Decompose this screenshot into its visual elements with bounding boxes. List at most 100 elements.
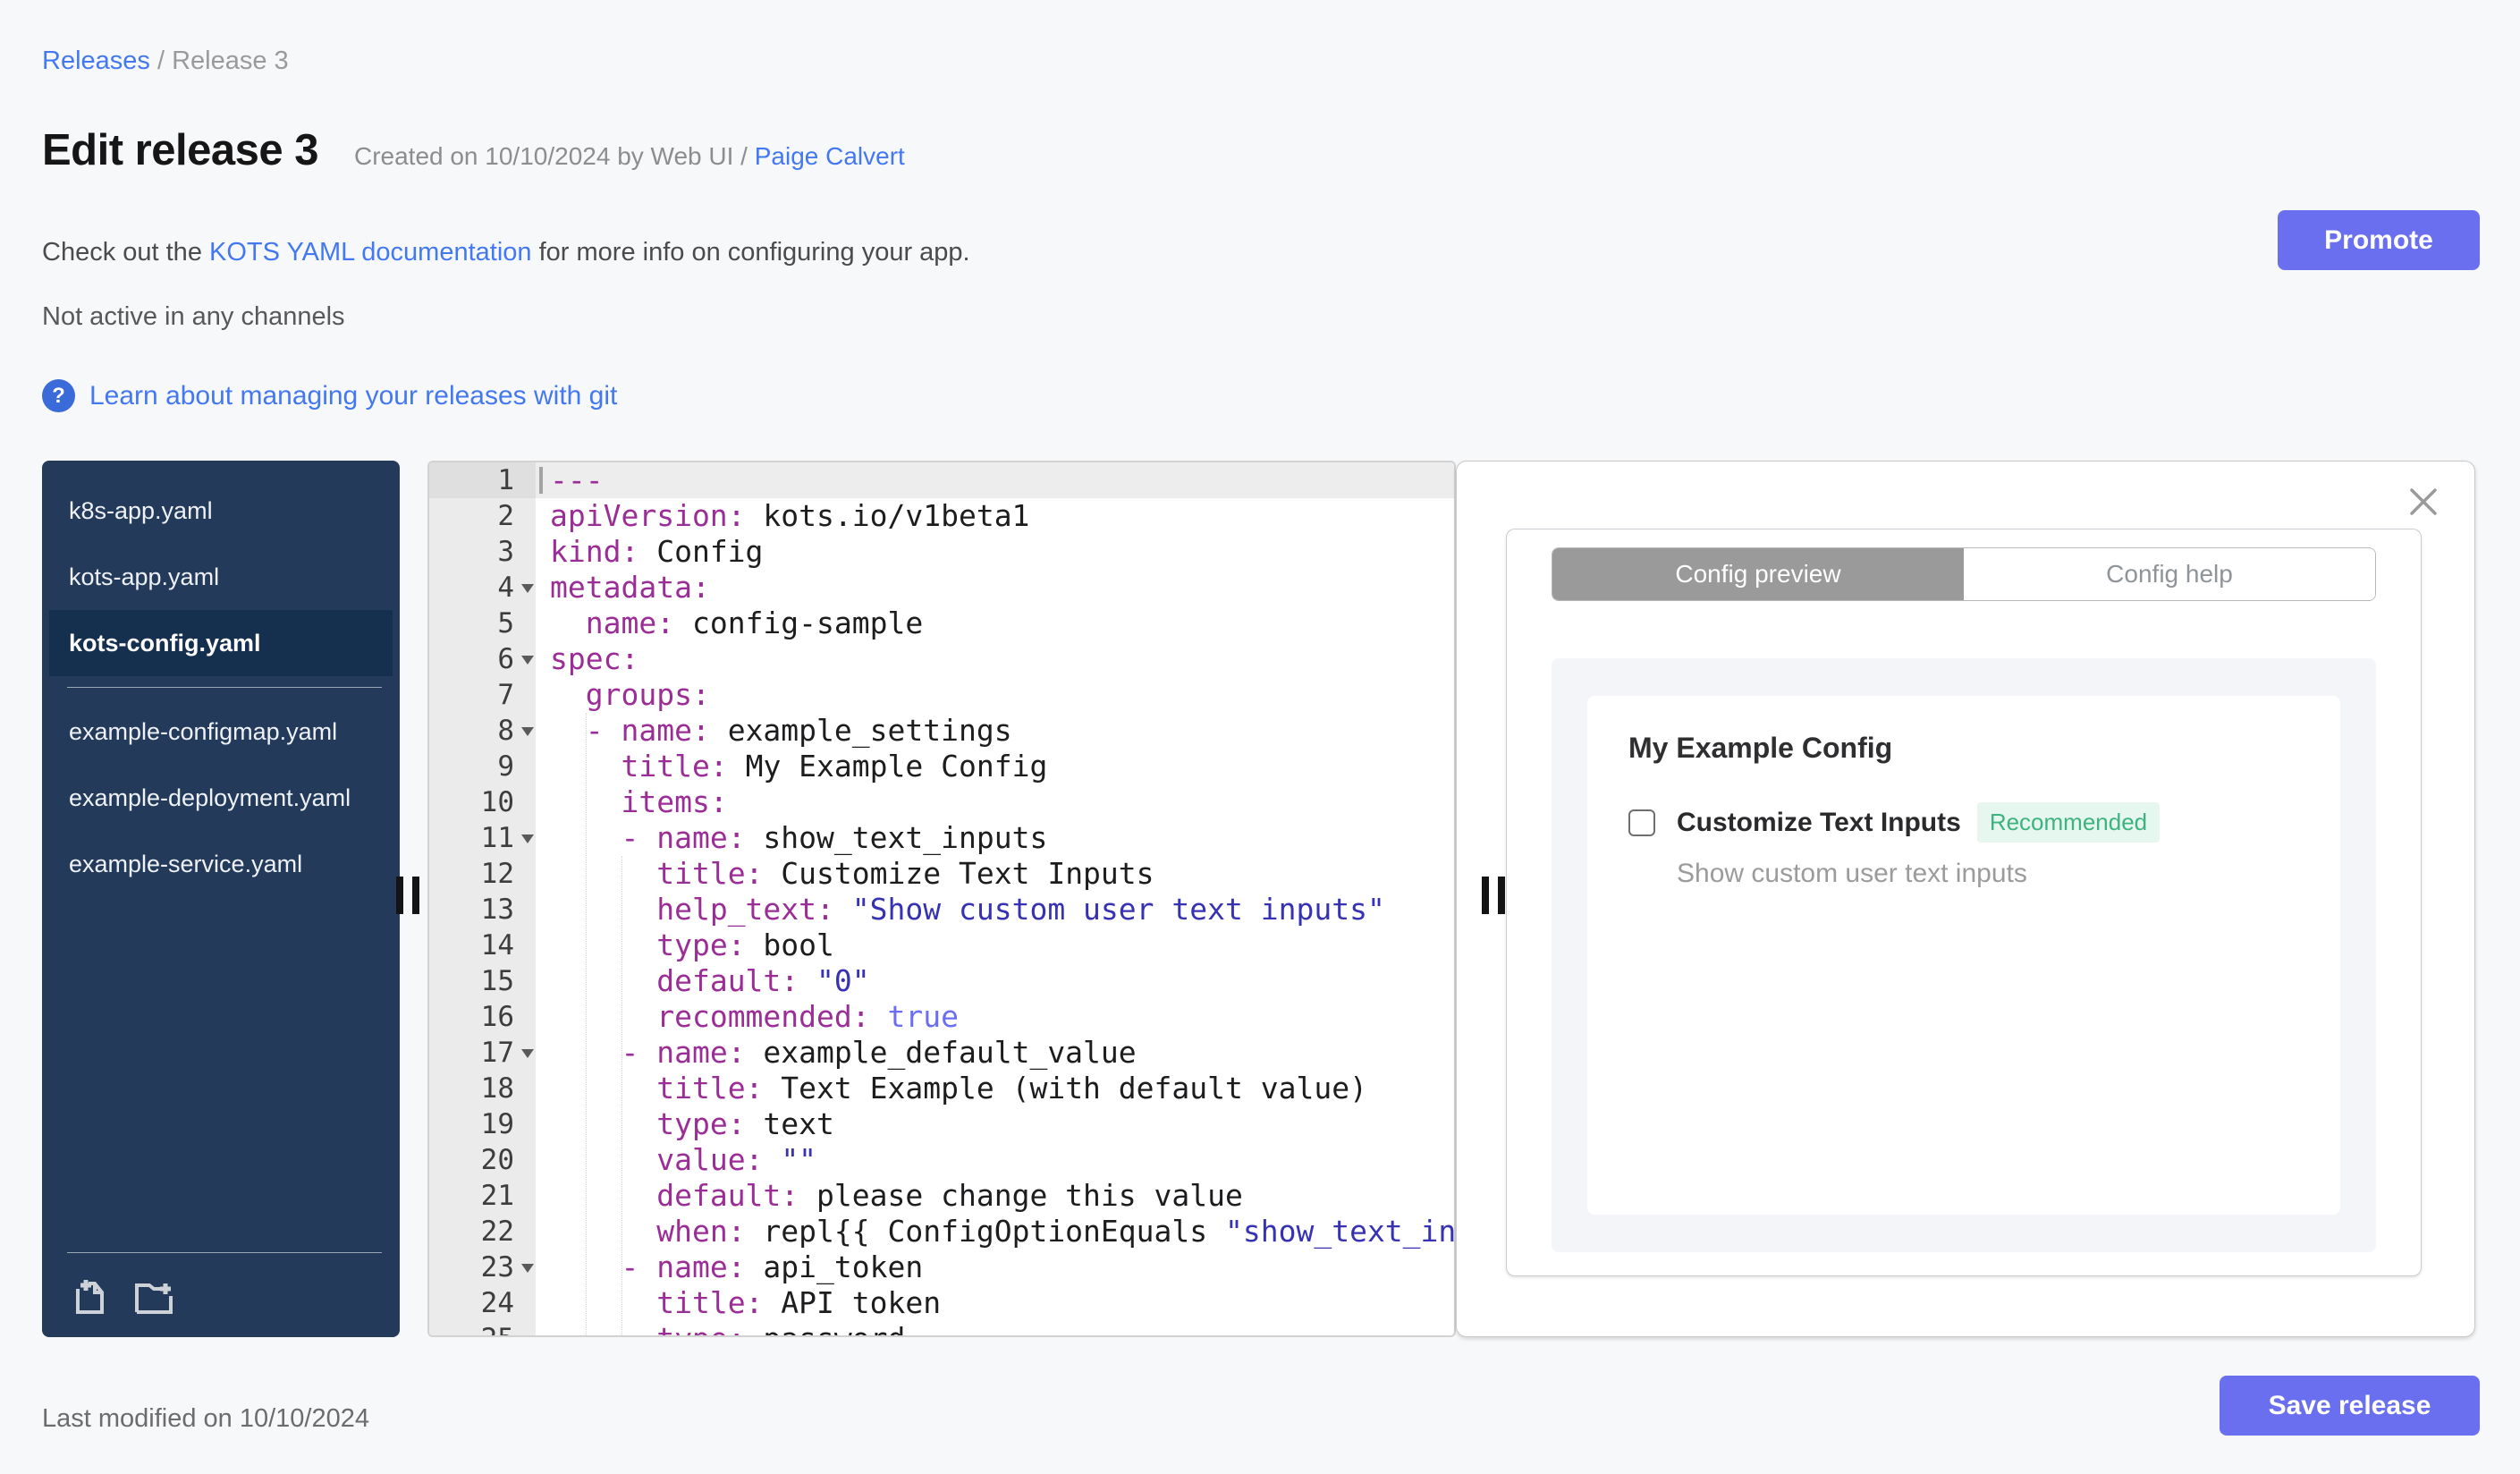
code-text: - name: show_text_inputs [621,820,1048,855]
preview-resize-handle[interactable] [1482,877,1505,914]
code-line-11[interactable]: 11 - name: show_text_inputs [429,820,1454,856]
channel-status: Not active in any channels [42,302,345,331]
code-line-8[interactable]: 8 - name: example_settings [429,713,1454,749]
created-meta: Created on 10/10/2024 by Web UI / Paige … [354,142,905,171]
code-line-6[interactable]: 6 spec: [429,641,1454,677]
code-line-5[interactable]: 5 name: config-sample [429,606,1454,641]
fold-arrow-icon[interactable] [521,1049,534,1058]
config-item-label: Customize Text Inputs [1677,807,1961,837]
line-number: 18 [429,1071,536,1106]
code-line-24[interactable]: 24 title: API token [429,1285,1454,1321]
text-cursor [539,467,543,494]
line-number: 25 [429,1321,536,1335]
line-number: 21 [429,1178,536,1214]
code-line-18[interactable]: 18 title: Text Example (with default val… [429,1071,1454,1106]
release-editor-page: Releases / Release 3 Edit release 3 Crea… [0,0,2520,1474]
fold-arrow-icon[interactable] [521,834,534,843]
config-item-row: Customize Text Inputs Recommended [1628,802,2299,843]
code-text: type: bool [656,928,834,962]
code-text: groups: [585,677,710,712]
git-releases-link[interactable]: Learn about managing your releases with … [89,381,617,411]
file-tree-sidebar: k8s-app.yaml kots-app.yaml kots-config.yam… [42,461,400,1337]
line-number: 5 [429,606,536,641]
code-text: title: API token [656,1285,942,1320]
fold-arrow-icon[interactable] [521,584,534,593]
page-title: Edit release 3 [42,126,318,174]
line-number: 24 [429,1285,536,1321]
config-item-help-text: Show custom user text inputs [1677,859,2027,888]
promote-button[interactable]: Promote [2278,210,2480,270]
file-item-kots-app.yaml[interactable]: kots-app.yaml [42,544,400,610]
code-text: title: My Example Config [621,749,1048,784]
code-line-19[interactable]: 19 type: text [429,1106,1454,1142]
created-by-link[interactable]: Paige Calvert [755,142,905,170]
code-line-1[interactable]: 1 --- [429,462,1454,498]
line-number: 19 [429,1106,536,1142]
code-text: value: "" [656,1142,817,1177]
code-line-10[interactable]: 10 items: [429,784,1454,820]
code-line-15[interactable]: 15 default: "0" [429,963,1454,999]
breadcrumb-current: Release 3 [172,47,289,75]
file-item-example-deployment.yaml[interactable]: example-deployment.yaml [42,765,400,831]
code-line-16[interactable]: 16 recommended: true [429,999,1454,1035]
code-line-9[interactable]: 9 title: My Example Config [429,749,1454,784]
code-text: --- [536,462,1454,498]
code-text: help_text: "Show custom user text inputs… [656,892,1385,927]
breadcrumb-separator: / [149,47,173,75]
file-item-example-service.yaml[interactable]: example-service.yaml [42,831,400,897]
tab-config-preview[interactable]: Config preview [1552,548,1964,600]
code-line-22[interactable]: 22 when: repl{{ ConfigOptionEquals "show… [429,1214,1454,1250]
code-line-17[interactable]: 17 - name: example_default_value [429,1035,1454,1071]
code-line-25[interactable]: 25 type: password [429,1321,1454,1335]
code-text: metadata: [550,570,710,605]
customize-text-inputs-checkbox[interactable] [1628,809,1655,836]
code-line-12[interactable]: 12 title: Customize Text Inputs [429,856,1454,892]
line-number: 7 [429,677,536,713]
file-item-k8s-app.yaml[interactable]: k8s-app.yaml [42,478,400,544]
code-line-4[interactable]: 4 metadata: [429,570,1454,606]
tab-config-help[interactable]: Config help [1964,548,2375,600]
last-modified-text: Last modified on 10/10/2024 [42,1404,369,1433]
breadcrumb-releases-link[interactable]: Releases [42,47,150,75]
new-folder-icon[interactable] [133,1276,174,1317]
line-number: 3 [429,534,536,570]
file-item-example-configmap.yaml[interactable]: example-configmap.yaml [42,699,400,765]
code-line-3[interactable]: 3 kind: Config [429,534,1454,570]
code-line-20[interactable]: 20 value: "" [429,1142,1454,1178]
code-text: kind: Config [550,534,764,569]
code-line-21[interactable]: 21 default: please change this value [429,1178,1454,1214]
fold-arrow-icon[interactable] [521,1264,534,1273]
code-text: - name: api_token [621,1250,924,1284]
line-number: 22 [429,1214,536,1250]
fold-arrow-icon[interactable] [521,727,534,736]
line-number: 14 [429,928,536,963]
breadcrumb: Releases / Release 3 [42,47,289,76]
sidebar-file-actions [69,1276,174,1317]
fold-arrow-icon[interactable] [521,656,534,665]
code-text: spec: [550,641,639,676]
code-text: name: config-sample [585,606,924,640]
code-line-13[interactable]: 13 help_text: "Show custom user text inp… [429,892,1454,928]
code-line-7[interactable]: 7 groups: [429,677,1454,713]
line-number: 11 [429,820,536,856]
code-text: title: Text Example (with default value) [656,1071,1367,1106]
kots-docs-link[interactable]: KOTS YAML documentation [209,238,532,267]
yaml-code-editor[interactable]: 1 --- 2 apiVersion: kots.io/v1beta1 3 kind: C… [427,461,1456,1337]
code-text: type: text [656,1106,834,1141]
code-text: apiVersion: kots.io/v1beta1 [550,498,1030,533]
file-item-kots-config.yaml[interactable]: kots-config.yaml [49,610,393,676]
new-file-icon[interactable] [69,1276,110,1317]
save-release-button[interactable]: Save release [2220,1376,2480,1436]
close-icon[interactable] [2406,485,2440,519]
code-text: when: repl{{ ConfigOptionEquals "show_te… [656,1214,1456,1249]
line-number: 17 [429,1035,536,1071]
line-number: 16 [429,999,536,1035]
sidebar-resize-handle[interactable] [396,877,419,914]
code-line-14[interactable]: 14 type: bool [429,928,1454,963]
code-text: type: password [536,1321,1454,1335]
code-line-2[interactable]: 2 apiVersion: kots.io/v1beta1 [429,498,1454,534]
code-line-23[interactable]: 23 - name: api_token [429,1250,1454,1285]
git-help-row[interactable]: ? Learn about managing your releases wit… [42,379,617,412]
line-number: 23 [429,1250,536,1285]
title-row: Edit release 3 Created on 10/10/2024 by … [42,125,905,175]
